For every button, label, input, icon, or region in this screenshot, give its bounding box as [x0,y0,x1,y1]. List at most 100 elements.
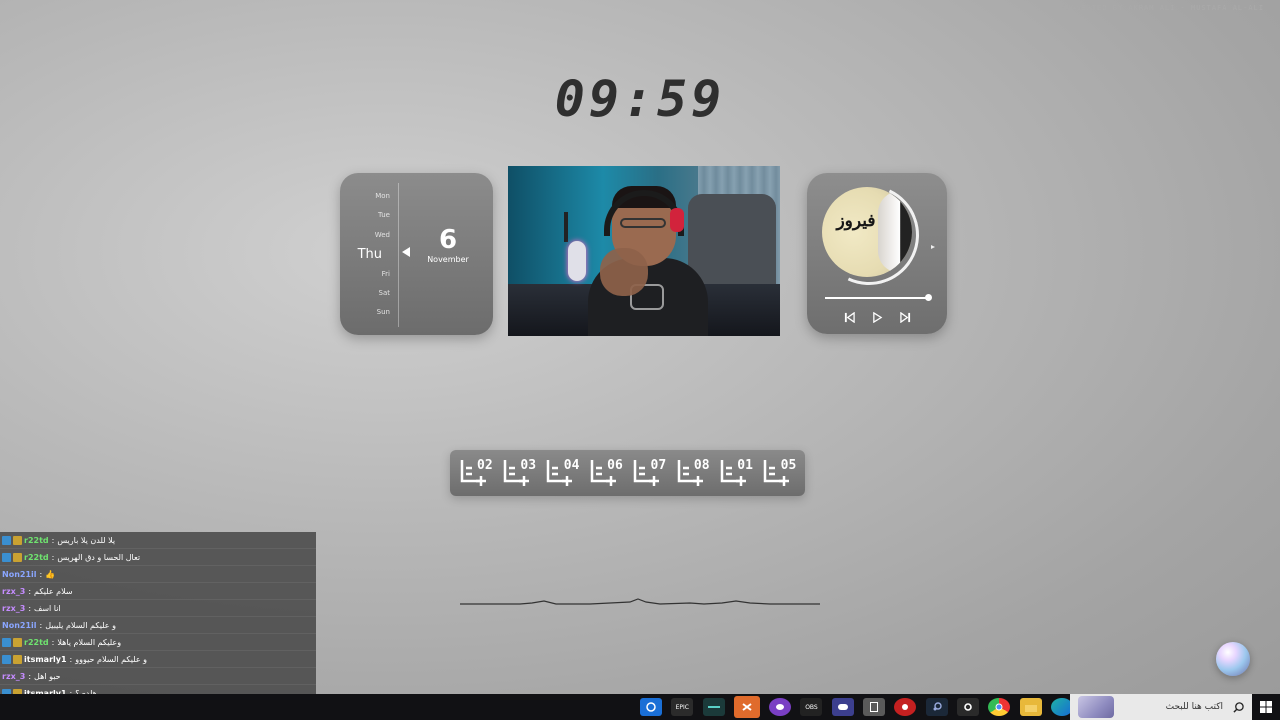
play-icon [872,311,882,323]
calendar-divider [398,183,399,327]
workspace-button[interactable]: 02 [459,456,493,490]
day-marker-icon [402,247,410,257]
date-number: 6 [438,225,458,255]
chat-message: rzx_3: حبو اهل [0,668,316,685]
weekday-list: Mon Tue Wed Thu Fri Sat Sun [340,187,398,323]
settings-icon[interactable] [956,698,979,716]
assistant-orb-icon[interactable] [1216,642,1250,676]
progress-fill [825,297,929,299]
discord-icon[interactable] [769,698,792,716]
chat-message: rzx_3: سلام عليكم [0,583,316,600]
workspace-number: 04 [563,458,580,473]
chat-overlay: r22td: يلا للدن يلا باريس r22td: تعال الحس… [0,532,316,704]
mic-stand [564,212,568,242]
weekday: Tue [378,211,390,220]
chat-username: rzx_3 [2,586,26,596]
ring-indicator-icon [931,245,935,249]
subscriber-badge-icon [2,637,11,647]
chat-text: 👍 [45,569,56,579]
music-player-widget: فيروز [804,170,947,334]
windows-icon [1260,701,1272,713]
gift-badge-icon [13,637,22,647]
progress-knob[interactable] [925,294,932,301]
search-highlight-icon [1078,696,1114,718]
chat-message: itsmarly1: و عليكم السلام حيووو [0,651,316,668]
playback-controls [841,309,913,325]
workspace-button[interactable]: 04 [545,456,579,490]
chat-message: r22td: وعليكم السلام ياهلا [0,634,316,651]
album-art: فيروز [822,187,912,277]
chat-text: و عليكم السلام يليبيل [45,620,116,630]
controller-icon[interactable] [831,698,854,716]
chat-message: r22td: تعال الحسا و دق الهريس [0,549,316,566]
obs-label: OBS [805,703,818,711]
workspace-button[interactable]: 08 [676,456,710,490]
chat-username: rzx_3 [2,603,26,613]
chat-message: r22td: يلا للدن يلا باريس [0,532,316,549]
epic-label: EPIC [675,703,689,711]
record-icon[interactable] [894,698,917,716]
chat-text: وعليكم السلام ياهلا [57,637,122,647]
chat-text: سلام عليكم [34,586,73,596]
calendar-date: 6 November [414,225,482,264]
chat-username: r22td [24,637,49,647]
glasses [620,218,666,228]
chat-username: itsmarly1 [24,654,67,664]
app-icon[interactable] [640,698,662,716]
weekday: Fri [381,269,390,278]
taskbar-search[interactable]: اكتب هنا للبحث [1070,694,1252,720]
gift-badge-icon [13,552,22,562]
chat-text: تعال الحسا و دق الهريس [57,552,141,562]
chrome-icon[interactable] [988,698,1011,716]
workspace-button[interactable]: 05 [762,456,796,490]
weekday: Wed [374,230,390,239]
folder-icon[interactable] [1019,698,1042,716]
streamer-hand [600,248,648,296]
start-button[interactable] [1252,694,1280,720]
workspace-button[interactable]: 06 [589,456,623,490]
taskbar-apps: EPIC OBS [640,696,1082,718]
workspace-number: 05 [780,458,797,473]
skip-forward-icon [899,311,910,323]
calendar-widget: Mon Tue Wed Thu Fri Sat Sun 6 November [340,173,493,335]
chat-message: rzx_3: انا اسف [0,600,316,617]
clock-time: 09:59 [554,70,726,128]
workspace-number: 03 [520,458,537,473]
play-button[interactable] [869,309,885,325]
obs-icon[interactable]: OBS [800,698,823,716]
chat-username: r22td [24,535,49,545]
weekday: Sat [378,288,390,297]
subscriber-badge-icon [2,535,11,545]
workspace-dock: 02 03 04 06 07 08 01 05 [450,450,805,496]
chat-text: و عليكم السلام حيووو [75,654,148,664]
skip-forward-button[interactable] [897,309,913,325]
search-placeholder: اكتب هنا للبحث [1165,702,1223,712]
webcam-feed [508,166,780,336]
watermark: SUGGESTED BY AKRAM ALI - MUSTAFA AL-ALI [1060,4,1264,12]
workspace-button[interactable]: 07 [632,456,666,490]
epic-games-icon[interactable]: EPIC [671,698,694,716]
skip-back-icon [844,311,855,323]
chat-text: يلا للدن يلا باريس [57,535,116,545]
workspace-number: 08 [693,458,710,473]
month-name: November [427,255,469,264]
workspace-number: 01 [737,458,753,473]
calculator-icon[interactable] [863,698,886,716]
steam-icon[interactable] [925,698,948,716]
gift-badge-icon [13,535,22,545]
chat-username: rzx_3 [2,671,26,681]
gift-badge-icon [13,654,22,664]
weekday: Sun [376,308,390,317]
skip-back-button[interactable] [841,309,857,325]
workspace-button[interactable]: 01 [719,456,753,490]
subscriber-badge-icon [2,552,11,562]
album-portrait [878,191,912,273]
chat-text: انا اسف [34,603,61,613]
playback-progress[interactable] [825,294,932,301]
terminal-icon[interactable] [702,698,725,716]
subscriber-badge-icon [2,654,11,664]
workspace-number: 07 [650,458,667,473]
capcut-icon[interactable] [733,696,760,718]
workspace-button[interactable]: 03 [502,456,536,490]
chat-text: حبو اهل [34,671,61,681]
